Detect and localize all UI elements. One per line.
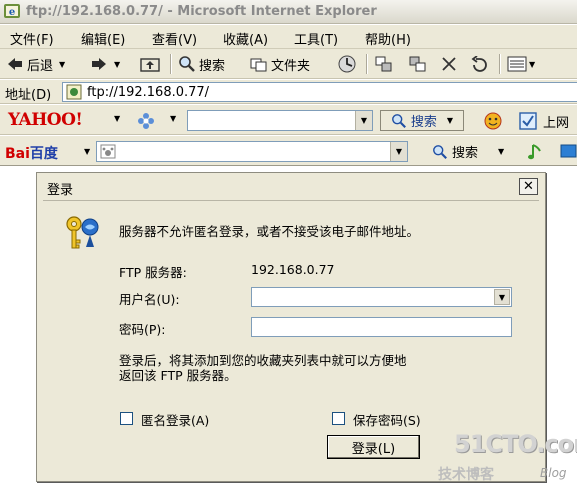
server-label: FTP 服务器: — [119, 265, 187, 280]
baidu-logo[interactable]: Bai百度 — [5, 143, 58, 163]
yahoo-search-label: 搜索 — [410, 115, 437, 130]
baidu-toolbar: Bai百度 ▼ ▼ 搜索 ▼ — [0, 136, 577, 166]
login-button[interactable]: 登录(L) — [327, 435, 420, 459]
dialog-message: 服务器不允许匿名登录，或者不接受该电子邮件地址。 — [119, 224, 420, 239]
undo-icon — [471, 56, 487, 72]
folders-icon — [250, 58, 267, 72]
history-button[interactable] — [337, 53, 357, 75]
window-title-bar: e ftp://192.168.0.77/ - Microsoft Intern… — [0, 0, 577, 24]
folders-label: 文件夹 — [271, 58, 311, 74]
forward-arrow-icon — [92, 58, 106, 70]
history-icon — [338, 55, 356, 73]
window-title: ftp://192.168.0.77/ - Microsoft Internet… — [26, 4, 377, 19]
search-icon — [433, 144, 447, 159]
page-icon — [66, 84, 82, 100]
paw-icon — [100, 144, 116, 159]
back-arrow-icon — [8, 58, 22, 70]
info-line-2: 返回该 FTP 服务器。 — [119, 368, 237, 383]
move-to-icon — [375, 56, 392, 72]
menu-tools[interactable]: 工具(T) — [294, 29, 338, 48]
toolbar-separator — [366, 54, 368, 74]
anonymous-label[interactable]: 匿名登录(A) — [141, 410, 209, 429]
yahoo-trailing-label[interactable]: 上网 — [543, 112, 569, 131]
address-bar: 地址(D) ftp://192.168.0.77/ — [0, 80, 577, 104]
up-folder-button[interactable] — [140, 53, 160, 75]
undo-button[interactable] — [470, 53, 488, 75]
key-icon — [66, 216, 99, 249]
menu-edit[interactable]: 编辑(E) — [81, 29, 125, 48]
yahoo-search-input[interactable]: ▼ — [187, 110, 373, 131]
delete-icon — [442, 57, 456, 71]
login-button-label: 登录(L) — [351, 441, 396, 457]
copy-to-button[interactable] — [408, 53, 428, 75]
move-to-button[interactable] — [374, 53, 394, 75]
chevron-down-icon: ▼ — [114, 59, 121, 69]
chevron-down-icon: ▼ — [529, 59, 536, 69]
toolbar-separator — [499, 54, 501, 74]
music-note-icon[interactable] — [527, 142, 543, 162]
site-watermark: 51CTO.com 技术博客 Blog — [432, 430, 577, 490]
views-icon — [507, 56, 527, 72]
back-button[interactable]: 后退 ▼ — [6, 53, 65, 75]
save-password-label[interactable]: 保存密码(S) — [353, 410, 421, 429]
save-password-checkbox[interactable] — [332, 412, 345, 425]
menu-view[interactable]: 查看(V) — [152, 29, 197, 48]
flower-icon[interactable] — [137, 112, 155, 130]
menu-bar: 文件(F) 编辑(E) 查看(V) 收藏(A) 工具(T) 帮助(H) — [0, 25, 577, 49]
address-input[interactable]: ftp://192.168.0.77/ — [62, 82, 577, 102]
server-value: 192.168.0.77 — [251, 262, 335, 277]
yahoo-search-button[interactable]: 搜索 ▼ — [380, 110, 464, 131]
smiley-icon[interactable] — [483, 111, 503, 131]
close-icon: ✕ — [523, 179, 534, 194]
chevron-down-icon: ▼ — [446, 116, 454, 125]
baidu-search-input[interactable]: ▼ — [96, 141, 408, 162]
checkbox-mail-icon[interactable] — [518, 111, 538, 131]
chevron-down-icon[interactable]: ▼ — [498, 147, 504, 156]
watermark-sub: 技术博客 — [438, 467, 494, 483]
search-icon — [391, 113, 406, 128]
svg-text:e: e — [9, 7, 15, 18]
views-button[interactable]: ▼ — [507, 53, 535, 75]
baidu-search-label: 搜索 — [451, 146, 478, 161]
folders-button[interactable]: 文件夹 — [250, 53, 310, 75]
toolbar-separator — [170, 54, 172, 74]
chevron-down-icon[interactable]: ▼ — [390, 142, 407, 161]
chevron-down-icon[interactable]: ▼ — [355, 111, 372, 130]
delete-button[interactable] — [441, 53, 457, 75]
chevron-down-icon[interactable]: ▼ — [494, 289, 510, 305]
menu-favorites[interactable]: 收藏(A) — [223, 29, 268, 48]
ie-app-icon: e — [4, 4, 20, 18]
menu-file[interactable]: 文件(F) — [10, 29, 54, 48]
yahoo-toolbar: YAHOO! ▼ ▼ ▼ 搜索 ▼ 上网 — [0, 105, 577, 135]
chevron-down-icon[interactable]: ▼ — [114, 114, 120, 123]
up-folder-icon — [140, 58, 160, 72]
forward-button[interactable]: ▼ — [90, 53, 120, 75]
copy-to-icon — [409, 56, 426, 72]
dialog-divider — [43, 200, 539, 201]
password-field[interactable] — [251, 317, 512, 337]
search-icon — [179, 56, 195, 72]
watermark-blog: Blog — [540, 466, 567, 480]
dialog-title: 登录 — [47, 183, 74, 198]
anonymous-checkbox[interactable] — [120, 412, 133, 425]
back-label: 后退 — [27, 58, 54, 74]
username-label: 用户名(U): — [119, 292, 180, 307]
yahoo-logo[interactable]: YAHOO! — [8, 110, 83, 130]
screen-icon[interactable] — [560, 144, 577, 160]
close-button[interactable]: ✕ — [519, 178, 538, 195]
search-button[interactable]: 搜索 — [178, 53, 225, 75]
menu-help[interactable]: 帮助(H) — [365, 29, 411, 48]
standard-toolbar: 后退 ▼ ▼ 搜索 文件夹 ▼ — [0, 49, 577, 79]
chevron-down-icon[interactable]: ▼ — [84, 147, 90, 156]
password-label: 密码(P): — [119, 322, 166, 337]
dialog-title-bar: 登录 ✕ — [37, 173, 545, 199]
watermark-site: 51CTO.com — [454, 430, 577, 458]
username-combobox[interactable]: ▼ — [251, 287, 512, 307]
search-label: 搜索 — [199, 58, 226, 74]
address-label: 地址(D) — [5, 88, 52, 103]
chevron-down-icon[interactable]: ▼ — [170, 114, 176, 123]
baidu-search-button[interactable]: 搜索 — [420, 141, 490, 162]
chevron-down-icon: ▼ — [59, 59, 66, 69]
address-url: ftp://192.168.0.77/ — [87, 85, 210, 100]
